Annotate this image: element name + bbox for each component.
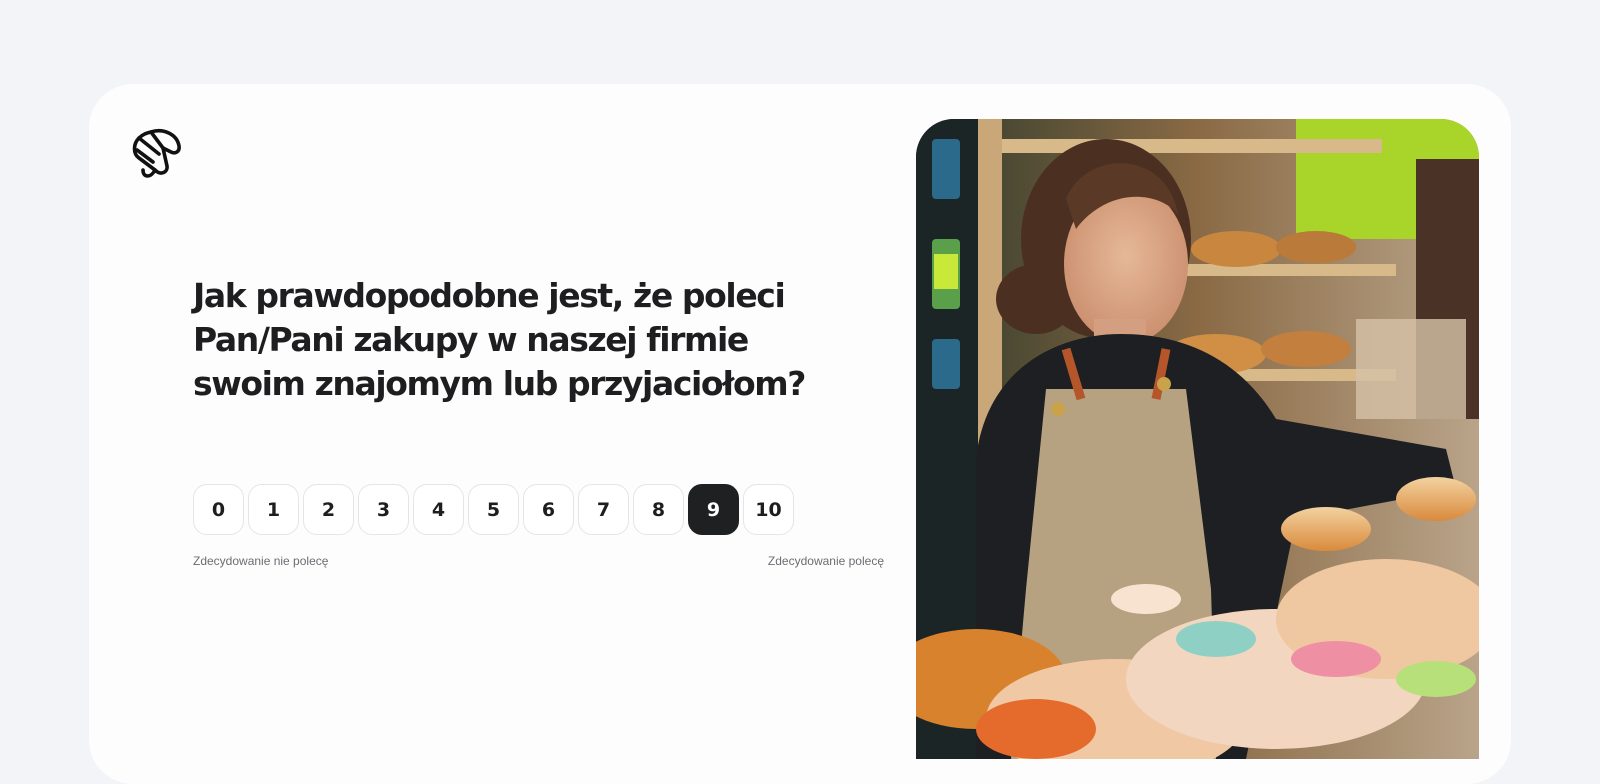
score-button[interactable]: 8 bbox=[633, 484, 684, 535]
survey-card: Jak prawdopodobne jest, że poleci Pan/Pa… bbox=[89, 84, 1511, 784]
croissant-icon bbox=[132, 129, 181, 178]
score-button[interactable]: 4 bbox=[413, 484, 464, 535]
score-button[interactable]: 2 bbox=[303, 484, 354, 535]
score-button[interactable]: 10 bbox=[743, 484, 794, 535]
score-button[interactable]: 3 bbox=[358, 484, 409, 535]
score-button-selected[interactable]: 9 bbox=[688, 484, 739, 535]
score-button[interactable]: 1 bbox=[248, 484, 299, 535]
score-button[interactable]: 5 bbox=[468, 484, 519, 535]
bakery-photo bbox=[916, 119, 1479, 759]
score-button[interactable]: 7 bbox=[578, 484, 629, 535]
scale-label-low: Zdecydowanie nie polecę bbox=[193, 554, 329, 568]
score-button[interactable]: 6 bbox=[523, 484, 574, 535]
nps-scale: 0 1 2 3 4 5 6 7 8 9 10 bbox=[193, 484, 794, 535]
scale-label-high: Zdecydowanie polecę bbox=[767, 554, 884, 568]
score-button[interactable]: 0 bbox=[193, 484, 244, 535]
question-title: Jak prawdopodobne jest, że poleci Pan/Pa… bbox=[193, 276, 806, 403]
